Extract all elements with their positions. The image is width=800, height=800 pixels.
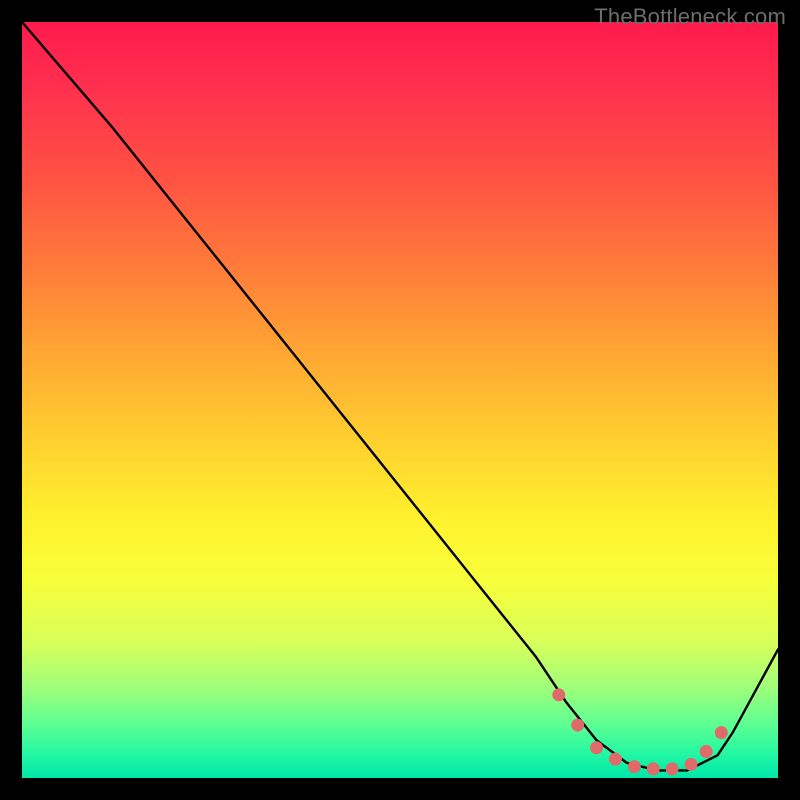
chart-stage: TheBottleneck.com bbox=[0, 0, 800, 800]
marker-point bbox=[685, 758, 698, 771]
marker-point bbox=[666, 762, 679, 775]
marker-point bbox=[571, 719, 584, 732]
marker-point bbox=[609, 753, 622, 766]
series-curve bbox=[22, 22, 778, 770]
watermark-text: TheBottleneck.com bbox=[594, 4, 786, 30]
marker-point bbox=[647, 762, 660, 775]
chart-svg bbox=[22, 22, 778, 778]
marker-point bbox=[552, 688, 565, 701]
marker-point bbox=[628, 760, 641, 773]
marker-point bbox=[715, 726, 728, 739]
chart-plot-area bbox=[22, 22, 778, 778]
marker-point bbox=[700, 745, 713, 758]
marker-point bbox=[590, 741, 603, 754]
